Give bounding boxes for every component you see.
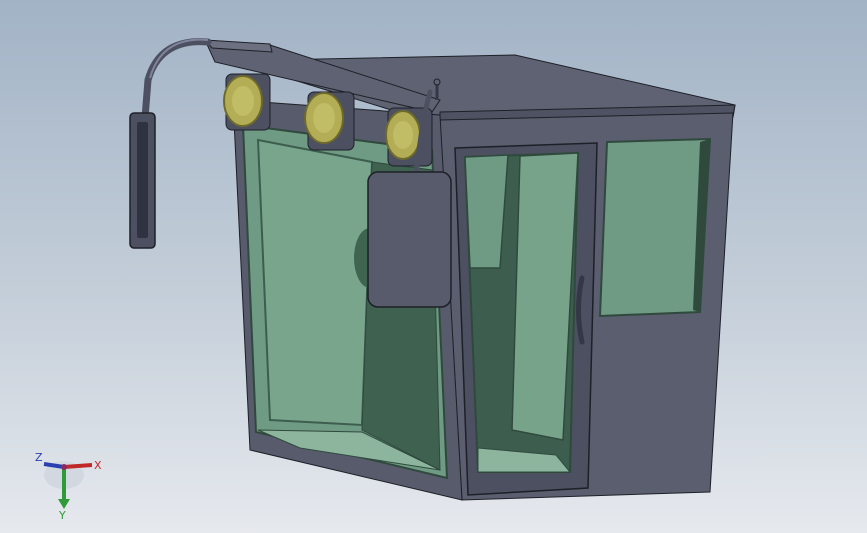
lamp-center-highlight [313, 103, 335, 133]
cab-model[interactable] [0, 0, 867, 533]
triad-x-axis [63, 463, 93, 469]
rear-side-window[interactable] [598, 137, 712, 318]
triad-y-label: Y [58, 509, 66, 520]
door-glass-upper [464, 154, 509, 269]
lamp-right-highlight [393, 121, 413, 149]
triad-x-label: X [94, 459, 102, 472]
front-mirror[interactable] [367, 171, 452, 308]
antenna-tip [433, 78, 441, 86]
mirror-arm[interactable] [141, 38, 212, 122]
windshield-inner-frame [256, 138, 374, 427]
triad-y-arrow [58, 499, 70, 509]
graphics-viewport[interactable]: X Z Y [0, 0, 867, 533]
lamp-left-highlight [232, 86, 254, 116]
triad-z-label: Z [35, 451, 43, 464]
orientation-triad[interactable]: X Z Y [30, 445, 110, 520]
triad-origin [61, 464, 67, 470]
side-mirror-left-glass [137, 122, 148, 238]
